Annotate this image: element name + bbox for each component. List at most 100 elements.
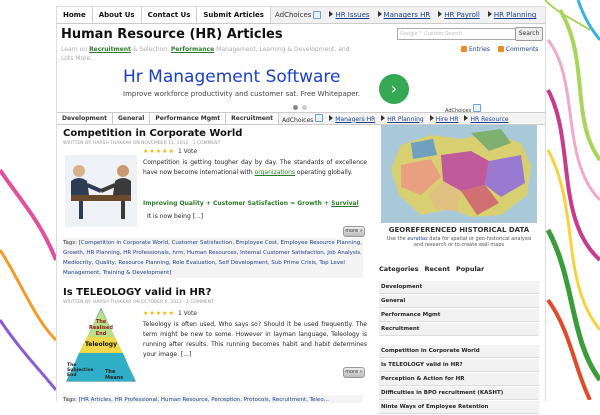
ad-link-label: HR Payroll [444, 11, 480, 19]
star-icon[interactable]: ★ [169, 310, 174, 317]
ad-link-managers-hr[interactable]: Managers HR [377, 11, 430, 19]
ad-link-hr-planning[interactable]: HR Planning [487, 11, 536, 19]
cat-nav-performance-mgmt[interactable]: Performance Mgmt [150, 113, 227, 124]
adchoices-icon [472, 104, 481, 112]
star-icon[interactable]: ★ [149, 148, 154, 155]
tag-links[interactable]: [HR Articles, HR Professional, Human Res… [79, 397, 329, 403]
ad-link-label: HR Issues [335, 11, 370, 19]
excerpt-text: operating globally. [295, 169, 353, 176]
formula-link[interactable]: Survival [331, 200, 359, 207]
star-icon[interactable]: ★ [143, 310, 148, 317]
play-icon [329, 114, 334, 121]
post-rating[interactable]: ★ ★ ★ ★ ★ 1 Vote [143, 310, 197, 317]
nav-contact-us[interactable]: Contact Us [141, 7, 198, 23]
post-tags: Tags: [Competition in Corporate World, C… [63, 238, 363, 278]
adchoices-label[interactable]: AdChoices [274, 11, 322, 19]
tagline-text: Learn on [61, 46, 90, 53]
carousel-dot[interactable] [302, 105, 307, 110]
tab-popular[interactable]: Popular [456, 265, 484, 273]
ad-banner[interactable]: Hr Management Software Improve workforce… [117, 63, 477, 109]
ad-link-label: Hire HR [435, 115, 459, 123]
star-icon[interactable]: ★ [143, 148, 148, 155]
page-container: Home About Us Contact Us Submit Articles… [56, 6, 546, 414]
rss-icon [461, 46, 467, 52]
top-nav: Home About Us Contact Us Submit Articles… [57, 7, 545, 24]
recent-post-item[interactable]: Competition in Corporate World [379, 345, 539, 358]
post-meta: WRITTEN BY: HARSH THAKKAR ON OCTOBER 6, … [63, 300, 214, 305]
ad-link-label: Managers HR [335, 115, 376, 123]
post-title[interactable]: Is TELEOLOGY valid in HR? [63, 287, 211, 298]
ad-link-hr-resource[interactable]: HR Resource [464, 114, 509, 123]
cat-nav-recruitment[interactable]: Recruitment [226, 113, 280, 124]
ad-arrow-button[interactable]: › [379, 74, 409, 104]
ad-title[interactable]: Hr Management Software [123, 67, 341, 87]
comments-label: Comments [505, 46, 539, 53]
comments-feed-link[interactable]: Comments [497, 46, 539, 53]
star-icon[interactable]: ★ [162, 148, 167, 155]
nav-submit-articles[interactable]: Submit Articles [197, 7, 271, 23]
site-title[interactable]: Human Resource (HR) Articles [61, 27, 283, 42]
recent-post-item[interactable]: Difficulties in BPO recruitment (KASHT) [379, 387, 539, 400]
category-item[interactable]: Recruitment [379, 323, 539, 336]
category-item[interactable]: General [379, 295, 539, 308]
tagline-link-recruitment[interactable]: Recruitment [89, 46, 131, 53]
map-ad-description: Use the euratlas data for spatial or geo… [383, 236, 535, 248]
entries-label: Entries [469, 46, 490, 53]
ad-link-hr-planning[interactable]: HR Planning [381, 114, 424, 123]
star-icon[interactable]: ★ [156, 310, 161, 317]
ad-link-hr-issues[interactable]: HR Issues [329, 11, 370, 19]
map-ad-caption[interactable]: GEOREFERENCED HISTORICAL DATA [381, 226, 537, 234]
tab-recent[interactable]: Recent [425, 265, 450, 273]
map-desc-text: data for spatial or geo-historical analy… [413, 236, 532, 248]
nav-home[interactable]: Home [57, 7, 93, 23]
entries-feed-link[interactable]: Entries [461, 46, 490, 53]
ad-subtitle: Improve workforce productivity and custo… [123, 90, 360, 98]
nav-about-us[interactable]: About Us [92, 7, 142, 23]
cat-nav-general[interactable]: General [112, 113, 151, 124]
recent-post-item[interactable]: Is TELEOLOGY valid in HR? [379, 359, 539, 372]
play-icon [438, 11, 443, 17]
star-icon[interactable]: ★ [169, 148, 174, 155]
ad-link-hr-payroll[interactable]: HR Payroll [438, 11, 480, 19]
tag-links[interactable]: [Competition in Corporate World, Custome… [63, 240, 362, 276]
tagline-link-performance[interactable]: Performance [171, 46, 214, 53]
site-tagline: Learn on Recruitment & Selection, Perfor… [61, 45, 361, 63]
read-more-button[interactable]: more » [343, 367, 365, 378]
ad-link-hire-hr[interactable]: Hire HR [429, 114, 459, 123]
tab-categories[interactable]: Categories [379, 265, 419, 273]
formula-text: Improving Quality + Customer Satisfactio… [143, 200, 332, 207]
search-input[interactable]: Google™ Custom Search [397, 28, 517, 40]
historical-map-image[interactable] [381, 125, 537, 223]
excerpt-link[interactable]: organizations [255, 169, 295, 176]
play-icon [487, 11, 492, 17]
star-icon[interactable]: ★ [162, 310, 167, 317]
search-button[interactable]: Search [515, 27, 543, 41]
recent-post-item[interactable]: Ninte Ways of Employee Retention [379, 401, 539, 414]
ad-link-managers-hr[interactable]: Managers HR [329, 114, 376, 123]
adchoices-text: AdChoices [282, 116, 314, 124]
cat-nav-development[interactable]: Development [57, 113, 113, 124]
post-excerpt: Competition is getting tougher day by da… [143, 158, 367, 178]
category-nav: Development General Performance Mgmt Rec… [57, 112, 545, 125]
post-title[interactable]: Competition in Corporate World [63, 128, 242, 139]
carousel-dot[interactable] [293, 105, 298, 110]
ad-link-label: HR Resource [470, 115, 509, 123]
post-rating[interactable]: ★ ★ ★ ★ ★ 1 Vote [143, 148, 197, 155]
pyramid-middle-label: Teleology [85, 341, 117, 348]
map-desc-text: Use the [386, 236, 408, 242]
adchoices-text: AdChoices [274, 11, 312, 19]
category-item[interactable]: Performance Mgmt [379, 309, 539, 322]
ad-link-label: HR Planning [387, 115, 424, 123]
pyramid-top-label: The Realised End [89, 319, 113, 337]
recent-post-item[interactable]: Perception & Action for HR [379, 373, 539, 386]
rss-icon [497, 46, 504, 52]
star-icon[interactable]: ★ [149, 310, 154, 317]
category-item[interactable]: Development [379, 281, 539, 294]
tagline-text: & Selection, [130, 46, 171, 53]
star-icon[interactable]: ★ [156, 148, 161, 155]
vote-count: 1 Vote [177, 148, 198, 155]
read-more-button[interactable]: more » [343, 226, 365, 237]
feed-links: Entries Comments [461, 46, 538, 53]
adchoices-label[interactable]: AdChoices [282, 113, 324, 124]
vote-count: 1 Vote [177, 310, 198, 317]
